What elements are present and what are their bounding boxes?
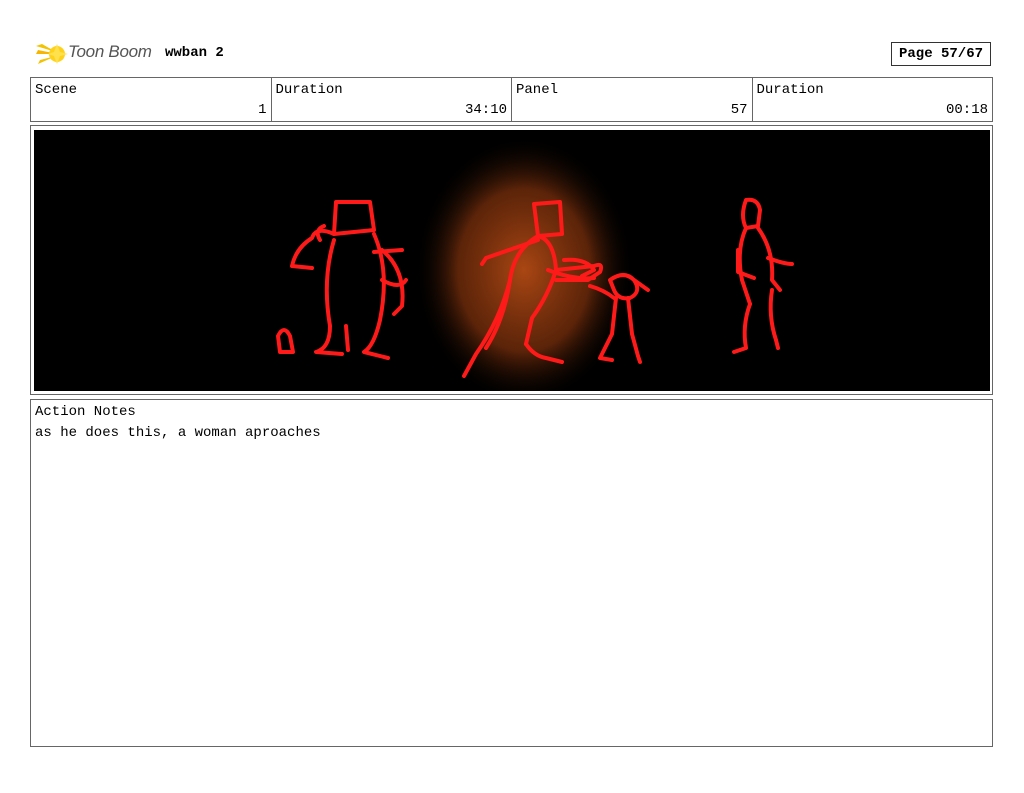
scene-cell: Scene 1 [31, 78, 272, 121]
logo-text: Toon Boom [68, 42, 152, 61]
panel-value: 57 [730, 102, 748, 118]
storyboard-sketch [34, 130, 990, 391]
project-title: wwban 2 [165, 45, 224, 61]
panel-duration-label: Duration [756, 82, 824, 98]
panel-cell: Panel 57 [512, 78, 753, 121]
panel-duration-value: 00:18 [945, 102, 988, 118]
panel-duration-cell: Duration 00:18 [753, 78, 993, 121]
panel-label: Panel [516, 82, 559, 98]
page-indicator: Page 57/67 [891, 42, 991, 66]
total-duration-label: Duration [275, 82, 343, 98]
panel-info-row: Scene 1 Duration 34:10 Panel 57 Duration… [30, 77, 993, 122]
action-notes-text: as he does this, a woman aproaches [35, 425, 321, 441]
total-duration-value: 34:10 [464, 102, 507, 118]
logo-star-icon [36, 44, 68, 64]
total-duration-cell: Duration 34:10 [272, 78, 512, 121]
scene-value: 1 [258, 102, 267, 118]
scene-label: Scene [35, 82, 78, 98]
action-notes-label: Action Notes [35, 404, 136, 420]
action-notes-box: Action Notes as he does this, a woman ap… [30, 399, 993, 747]
